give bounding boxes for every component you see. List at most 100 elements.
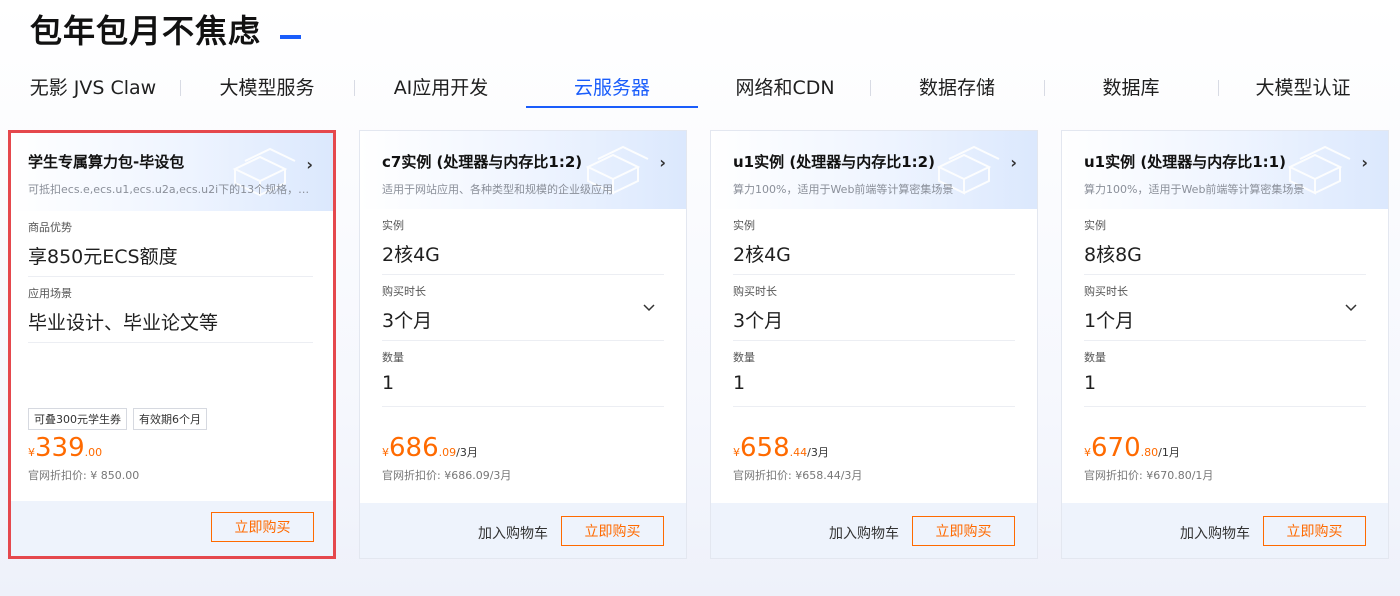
category-tabs: 无影 JVS Claw 大模型服务 AI应用开发 云服务器 网络和CDN 数据存… [0,66,1400,110]
tab-llm-service[interactable]: 大模型服务 [192,66,342,108]
card-title: u1实例 (处理器与内存比1:1) [1084,153,1286,171]
chevron-right-icon[interactable]: › [306,155,313,174]
field-advantage: 商品优势 享850元ECS额度 [28,211,313,277]
price-unit: /3月 [456,446,478,459]
field-label: 实例 [733,219,755,232]
field-quantity[interactable]: 数量 1 [1084,341,1366,407]
field-value: 3个月 [733,310,784,332]
field-quantity[interactable]: 数量 1 [382,341,664,407]
product-card-student-pack[interactable]: 学生专属算力包-毕设包 可抵扣ecs.e,ecs.u1,ecs.u2a,ecs.… [8,130,336,559]
buy-now-button[interactable]: 立即购买 [1263,516,1366,546]
tab-network-cdn[interactable]: 网络和CDN [710,66,860,108]
card-subtitle: 算力100%，适用于Web前端等计算密集场景 [1084,183,1305,196]
field-value: 毕业设计、毕业论文等 [28,312,219,334]
field-label: 购买时长 [382,285,426,298]
price: ¥670.80/1月 [1084,433,1213,463]
price-decimal: .00 [84,446,103,459]
field-label: 数量 [382,351,404,364]
card-header[interactable]: u1实例 (处理器与内存比1:1) 算力100%，适用于Web前端等计算密集场景… [1062,131,1388,209]
tab-database[interactable]: 数据库 [1056,66,1206,108]
field-label: 应用场景 [28,287,72,300]
tab-separator [354,80,355,96]
price-block: ¥686.09/3月 官网折扣价: ¥686.09/3月 [382,433,511,483]
card-footer: 立即购买 [11,501,333,556]
field-label: 实例 [1084,219,1106,232]
price-currency: ¥ [382,446,389,459]
chevron-right-icon[interactable]: › [1010,153,1017,172]
price-block: ¥339.00 官网折扣价: ¥ 850.00 [28,433,139,483]
list-price: 官网折扣价: ¥ 850.00 [28,469,140,482]
title-accent-bar [280,35,301,39]
tab-cloud-server[interactable]: 云服务器 [526,66,698,108]
price: ¥339.00 [28,433,139,463]
add-to-cart-link[interactable]: 加入购物车 [478,523,548,543]
field-scenario: 应用场景 毕业设计、毕业论文等 [28,277,313,343]
chevron-right-icon[interactable]: › [659,153,666,172]
card-subtitle: 适用于网站应用、各种类型和规模的企业级应用 [382,183,613,196]
product-card-u1-1-2[interactable]: u1实例 (处理器与内存比1:2) 算力100%，适用于Web前端等计算密集场景… [710,130,1038,559]
price-unit: /1月 [1158,446,1180,459]
field-label: 实例 [382,219,404,232]
field-instance: 实例 2核4G [382,209,664,275]
card-title: u1实例 (处理器与内存比1:2) [733,153,935,171]
tab-wuying-jvs-claw[interactable]: 无影 JVS Claw [18,66,168,108]
field-label: 购买时长 [733,285,777,298]
card-footer: 加入购物车 立即购买 [360,503,686,558]
price-currency: ¥ [1084,446,1091,459]
tab-separator [1218,80,1219,96]
field-instance: 实例 2核4G [733,209,1015,275]
field-label: 数量 [733,351,755,364]
field-label: 数量 [1084,351,1106,364]
list-price: 官网折扣价: ¥686.09/3月 [382,469,512,482]
price-decimal: .44 [789,446,808,459]
chevron-down-icon[interactable] [642,301,656,315]
card-header[interactable]: 学生专属算力包-毕设包 可抵扣ecs.e,ecs.u1,ecs.u2a,ecs.… [11,133,333,211]
quantity-input[interactable]: 1 [382,372,664,394]
add-to-cart-link[interactable]: 加入购物车 [1180,523,1250,543]
tab-ai-app-dev[interactable]: AI应用开发 [366,66,516,108]
product-card-c7[interactable]: c7实例 (处理器与内存比1:2) 适用于网站应用、各种类型和规模的企业级应用 … [359,130,687,559]
list-price: 官网折扣价: ¥658.44/3月 [733,469,863,482]
buy-now-button[interactable]: 立即购买 [561,516,664,546]
price-integer: 686 [389,433,439,463]
card-header[interactable]: c7实例 (处理器与内存比1:2) 适用于网站应用、各种类型和规模的企业级应用 … [360,131,686,209]
field-quantity[interactable]: 数量 1 [733,341,1015,407]
add-to-cart-link[interactable]: 加入购物车 [829,523,899,543]
field-value: 2核4G [382,244,440,266]
tag-list: 可叠300元学生券 有效期6个月 [28,408,207,430]
field-duration: 购买时长 3个月 [733,275,1015,341]
quantity-input[interactable]: 1 [1084,372,1366,394]
field-value[interactable]: 3个月 [382,306,664,333]
field-label: 商品优势 [28,221,72,234]
tab-llm-certification[interactable]: 大模型认证 [1228,66,1378,108]
price-integer: 670 [1091,433,1141,463]
price-decimal: .09 [438,446,457,459]
field-duration-select[interactable]: 购买时长 3个月 [382,275,664,341]
field-label: 购买时长 [1084,285,1128,298]
quantity-input[interactable]: 1 [733,372,1015,394]
card-title: c7实例 (处理器与内存比1:2) [382,153,583,171]
price: ¥686.09/3月 [382,433,511,463]
product-card-u1-1-1[interactable]: u1实例 (处理器与内存比1:1) 算力100%，适用于Web前端等计算密集场景… [1061,130,1389,559]
field-value: 享850元ECS额度 [28,246,178,268]
page-title: 包年包月不焦虑 [30,12,262,50]
price-decimal: .80 [1140,446,1159,459]
price-integer: 658 [740,433,790,463]
chevron-right-icon[interactable]: › [1361,153,1368,172]
tab-data-storage[interactable]: 数据存储 [882,66,1032,108]
chevron-down-icon[interactable] [1344,301,1358,315]
tab-separator [1044,80,1045,96]
card-header[interactable]: u1实例 (处理器与内存比1:2) 算力100%，适用于Web前端等计算密集场景… [711,131,1037,209]
tag-validity: 有效期6个月 [133,408,207,430]
list-price: 官网折扣价: ¥670.80/1月 [1084,469,1214,482]
field-duration-select[interactable]: 购买时长 1个月 [1084,275,1366,341]
buy-now-button[interactable]: 立即购买 [211,512,314,542]
field-value[interactable]: 1个月 [1084,306,1366,333]
price-currency: ¥ [28,446,35,459]
buy-now-button[interactable]: 立即购买 [912,516,1015,546]
field-value: 2核4G [733,244,791,266]
price: ¥658.44/3月 [733,433,862,463]
card-footer: 加入购物车 立即购买 [711,503,1037,558]
field-value: 8核8G [1084,244,1142,266]
price-currency: ¥ [733,446,740,459]
